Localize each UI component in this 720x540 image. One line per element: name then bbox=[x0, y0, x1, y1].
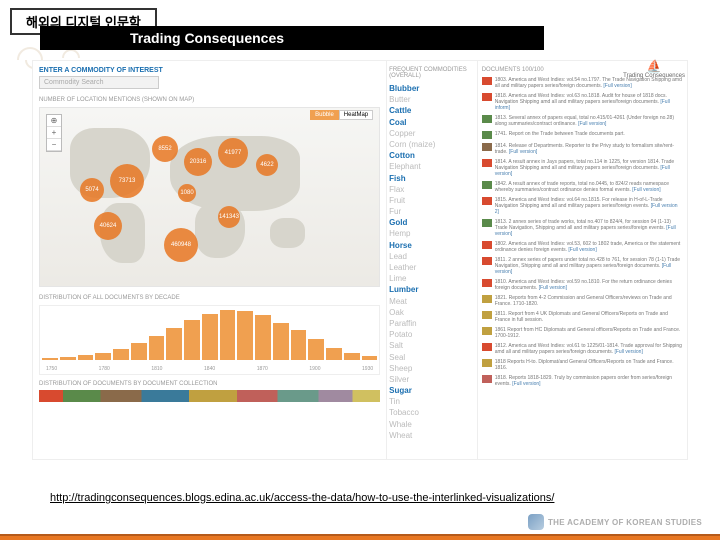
bar bbox=[149, 336, 165, 360]
commodity-item[interactable]: Tin bbox=[389, 396, 475, 407]
bar bbox=[362, 356, 378, 360]
commodity-item[interactable]: Salt bbox=[389, 340, 475, 351]
document-item[interactable]: 1814. A result annex in Jays papers, tot… bbox=[482, 159, 683, 177]
map-bubble[interactable]: 460948 bbox=[164, 228, 198, 262]
page-subtitle: Trading Consequences bbox=[40, 26, 544, 50]
document-item[interactable]: 1815. America and West Indies: vol.64 no… bbox=[482, 197, 683, 215]
bar bbox=[255, 315, 271, 360]
commodity-item[interactable]: Whale bbox=[389, 419, 475, 430]
bar bbox=[113, 349, 129, 360]
commodity-item[interactable]: Flax bbox=[389, 184, 475, 195]
commodity-item[interactable]: Tobacco bbox=[389, 407, 475, 418]
bar bbox=[131, 343, 147, 361]
commodity-item[interactable]: Cotton bbox=[389, 150, 475, 161]
bar bbox=[220, 310, 236, 360]
app-logo: ⛵ Trading Consequences bbox=[623, 59, 685, 79]
bar bbox=[344, 353, 360, 361]
map-bubble[interactable]: 73713 bbox=[110, 164, 144, 198]
search-input[interactable]: Commodity Search bbox=[39, 76, 159, 89]
commodity-item[interactable]: Potato bbox=[389, 329, 475, 340]
bar bbox=[95, 353, 111, 361]
commodity-item[interactable]: Fish bbox=[389, 173, 475, 184]
commodity-item[interactable]: Sugar bbox=[389, 385, 475, 396]
bar bbox=[326, 348, 342, 361]
document-item[interactable]: 1821. Reports from 4-2 Commission and Ge… bbox=[482, 295, 683, 307]
world-map[interactable]: ⊕+− BubbleHeatMap 507473713 40624 85522031… bbox=[39, 107, 380, 287]
document-item[interactable]: 1802. America and West Indies: vol.53, 6… bbox=[482, 241, 683, 253]
commodity-item[interactable]: Coal bbox=[389, 117, 475, 128]
bar bbox=[291, 330, 307, 360]
commodity-item[interactable]: Corn (maize) bbox=[389, 139, 475, 150]
commodity-item[interactable]: Oak bbox=[389, 307, 475, 318]
document-item[interactable]: 1812. America and West Indies: vol.61 to… bbox=[482, 343, 683, 355]
decade-barchart[interactable]: 1750178018101840187019001930 bbox=[39, 305, 380, 375]
bar bbox=[42, 358, 58, 361]
bar bbox=[273, 323, 289, 361]
bar bbox=[166, 328, 182, 361]
map-bubble[interactable]: 4622 bbox=[256, 154, 278, 176]
map-bubble[interactable]: 5074 bbox=[80, 178, 104, 202]
map-bubble[interactable]: 40624 bbox=[94, 212, 122, 240]
embedded-screenshot: ENTER A COMMODITY OF INTEREST Commodity … bbox=[32, 60, 688, 460]
commodity-item[interactable]: Leather bbox=[389, 262, 475, 273]
commodity-item[interactable]: Lumber bbox=[389, 284, 475, 295]
commodity-item[interactable]: Cattle bbox=[389, 105, 475, 116]
document-item[interactable]: 1818 Reports H-to. Diplomat/and General … bbox=[482, 359, 683, 371]
map-bubble[interactable]: 8552 bbox=[152, 136, 178, 162]
document-item[interactable]: 1814. Release of Departments. Reporter t… bbox=[482, 143, 683, 155]
bar bbox=[202, 314, 218, 360]
commodity-item[interactable]: Gold bbox=[389, 217, 475, 228]
commodity-list[interactable]: BlubberButterCattleCoalCopperCorn (maize… bbox=[389, 83, 475, 441]
bar bbox=[308, 339, 324, 360]
document-item[interactable]: 1741. Report on the Trade between Trade … bbox=[482, 131, 683, 139]
commodity-item[interactable]: Paraffin bbox=[389, 318, 475, 329]
commodity-item[interactable]: Sheep bbox=[389, 363, 475, 374]
commodity-item[interactable]: Hemp bbox=[389, 228, 475, 239]
document-item[interactable]: 1813. 2 annex series of trade works, tot… bbox=[482, 219, 683, 237]
commodities-label: FREQUENT COMMODITIES (overall) bbox=[389, 67, 475, 79]
bar bbox=[184, 320, 200, 360]
documents-list[interactable]: 1803. America and West Indies: vol.54 no… bbox=[482, 77, 683, 387]
bar bbox=[60, 357, 76, 361]
barchart-label: DISTRIBUTION OF ALL DOCUMENTS BY DECADE bbox=[39, 295, 380, 301]
commodity-item[interactable]: Horse bbox=[389, 240, 475, 251]
document-item[interactable]: 1818. Reports 1818-1829. Truly by commis… bbox=[482, 375, 683, 387]
aks-logo: THE ACADEMY OF KOREAN STUDIES bbox=[528, 514, 702, 530]
map-bubble[interactable]: 41977 bbox=[218, 138, 248, 168]
commodity-item[interactable]: Lead bbox=[389, 251, 475, 262]
map-bubble[interactable]: 141343 bbox=[218, 206, 240, 228]
collection-strip[interactable] bbox=[39, 390, 380, 402]
commodity-item[interactable]: Butter bbox=[389, 94, 475, 105]
document-item[interactable]: 1811. Report from 4 UK Diplomats and Gen… bbox=[482, 311, 683, 323]
commodity-item[interactable]: Fur bbox=[389, 206, 475, 217]
commodity-item[interactable]: Copper bbox=[389, 128, 475, 139]
commodity-item[interactable]: Wheat bbox=[389, 430, 475, 441]
commodity-item[interactable]: Silver bbox=[389, 374, 475, 385]
bar bbox=[237, 311, 253, 360]
commodity-item[interactable]: Fruit bbox=[389, 195, 475, 206]
document-item[interactable]: 1861 Report from HC Diplomats and Genera… bbox=[482, 327, 683, 339]
document-item[interactable]: 1810. America and West Indies: vol.59 no… bbox=[482, 279, 683, 291]
commodity-item[interactable]: Seal bbox=[389, 352, 475, 363]
map-bubble[interactable]: 20316 bbox=[184, 148, 212, 176]
locations-label: NUMBER OF LOCATION MENTIONS (shown on ma… bbox=[39, 97, 380, 103]
map-zoom-controls[interactable]: ⊕+− bbox=[46, 114, 62, 152]
commodity-item[interactable]: Meat bbox=[389, 296, 475, 307]
commodity-item[interactable]: Blubber bbox=[389, 83, 475, 94]
document-item[interactable]: 1842. A result annex of trade reports, t… bbox=[482, 181, 683, 193]
strip-label: DISTRIBUTION OF DOCUMENTS BY DOCUMENT CO… bbox=[39, 381, 380, 387]
bar bbox=[78, 355, 94, 360]
map-bubble[interactable]: 1080 bbox=[178, 184, 196, 202]
commodity-item[interactable]: Lime bbox=[389, 273, 475, 284]
map-mode-toggle[interactable]: BubbleHeatMap bbox=[310, 112, 373, 118]
source-url[interactable]: http://tradingconsequences.blogs.edina.a… bbox=[50, 492, 554, 504]
document-item[interactable]: 1813. Several annex of papers equal, tot… bbox=[482, 115, 683, 127]
document-item[interactable]: 1811. 2 annex series of papers under tot… bbox=[482, 257, 683, 275]
commodity-item[interactable]: Elephant bbox=[389, 161, 475, 172]
document-item[interactable]: 1818. America and West Indies: vol.63 no… bbox=[482, 93, 683, 111]
commodity-prompt: ENTER A COMMODITY OF INTEREST bbox=[39, 67, 380, 74]
